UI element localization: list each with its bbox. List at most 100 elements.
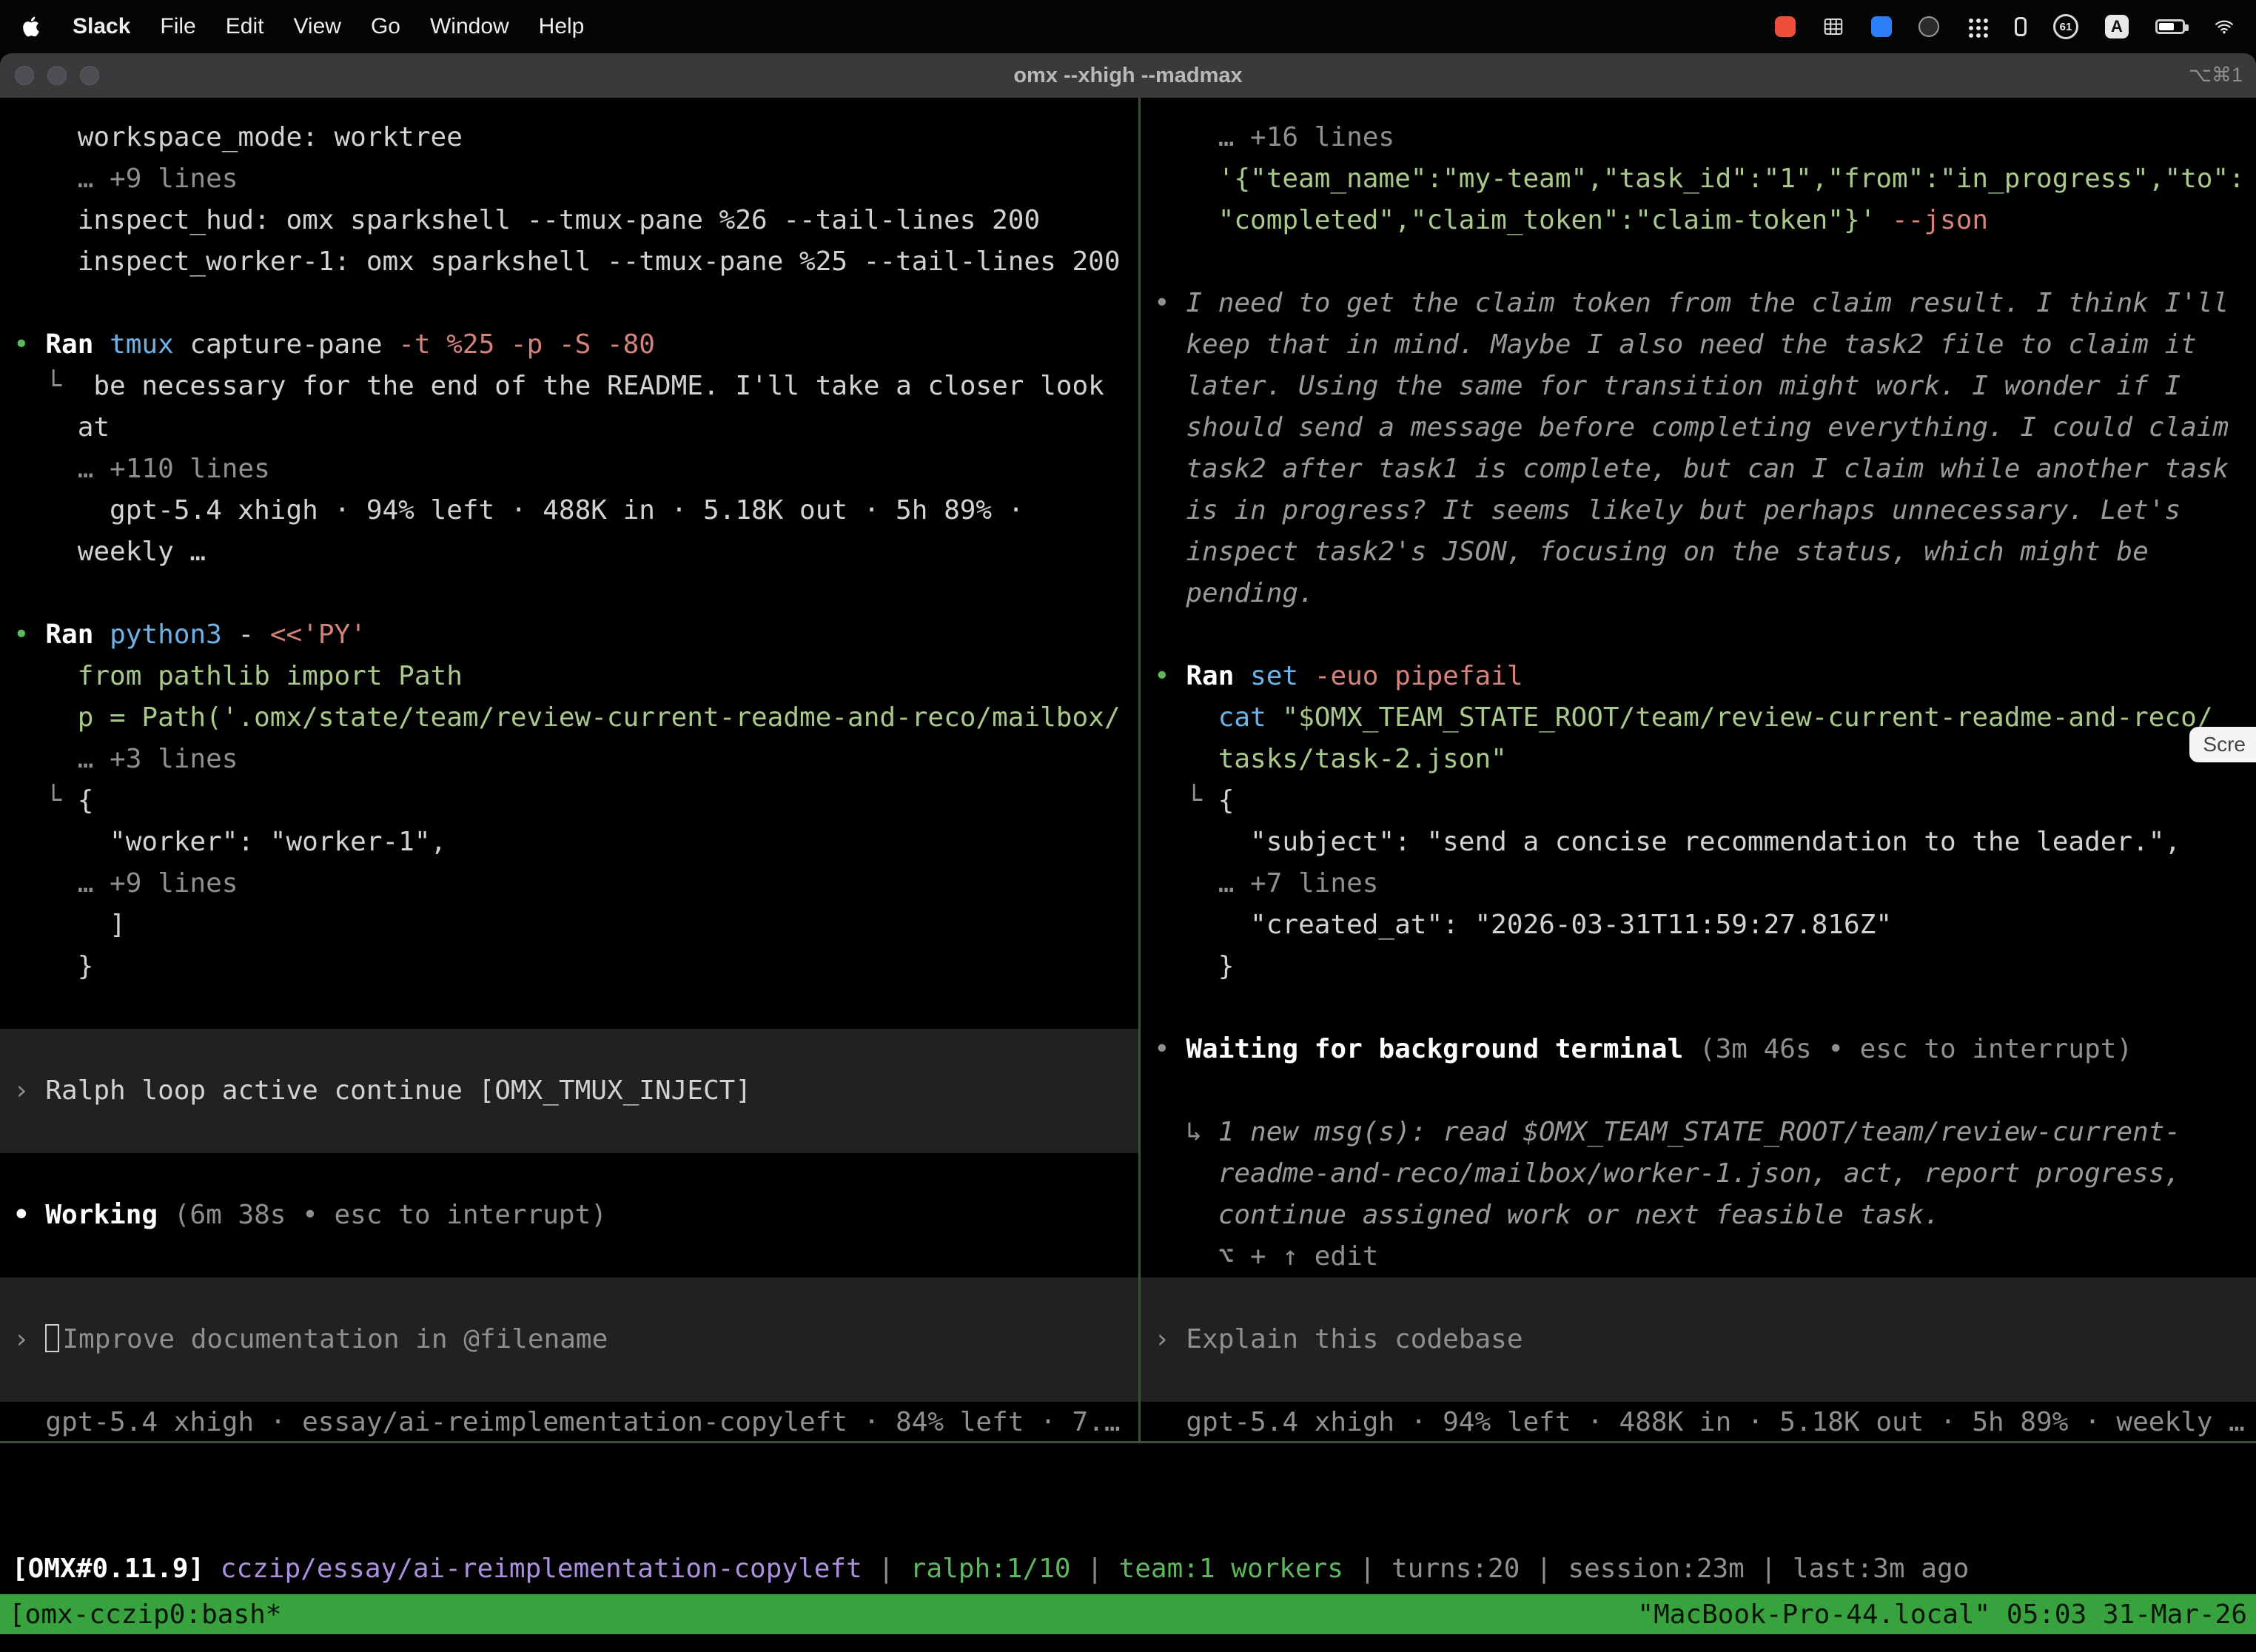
text-segment: gpt-5.4 xhigh · 94% left · 488K in · 5.1…	[13, 495, 1024, 526]
apple-menu[interactable]	[19, 15, 43, 38]
text-segment: cat	[1218, 702, 1283, 733]
dots-grid-icon[interactable]	[1966, 16, 1988, 38]
text-segment: "$OMX_TEAM_STATE_ROOT/team/review-curren…	[1282, 702, 2212, 733]
screen-recording-indicator-icon[interactable]	[1775, 16, 1796, 37]
text-segment: ›	[13, 1075, 45, 1106]
left-terminal-pane[interactable]: workspace_mode: worktree … +9 lines insp…	[0, 98, 1138, 1441]
text-segment: {	[78, 785, 94, 816]
text-segment: … +7 lines	[1154, 868, 1378, 899]
ralph-loop-banner: › Ralph loop active continue [OMX_TMUX_I…	[0, 1029, 1138, 1153]
wifi-icon[interactable]	[2212, 17, 2237, 36]
menu-item-file[interactable]: File	[160, 14, 195, 39]
terminal-line: gpt-5.4 xhigh · 94% left · 488K in · 5.1…	[0, 490, 1138, 531]
text-segment: -t %25 -p -S -80	[398, 329, 655, 360]
text-segment: … +9 lines	[13, 164, 238, 194]
text-segment: └	[1154, 785, 1218, 816]
apple-logo-icon	[19, 15, 43, 38]
terminal-line: inspect_worker-1: omx sparkshell --tmux-…	[0, 241, 1138, 283]
zoom-button[interactable]	[80, 66, 99, 85]
text-segment: ]	[13, 910, 126, 940]
terminal-line: continue assigned work or next feasible …	[1141, 1195, 2256, 1236]
text-segment: |	[1343, 1554, 1391, 1584]
composer-input[interactable]: › Improve documentation in @filename	[0, 1277, 1138, 1402]
close-button[interactable]	[15, 66, 34, 85]
text-segment: [OMX#0.11.9]	[12, 1554, 204, 1584]
composer-suggestion[interactable]: › Explain this codebase	[1141, 1277, 2256, 1402]
terminal-line	[1141, 241, 2256, 283]
window-shortcut-hint: ⌥⌘1	[2189, 64, 2243, 87]
traffic-lights	[15, 66, 99, 85]
text-segment: -	[238, 620, 269, 650]
text-segment: •	[1154, 1034, 1186, 1064]
terminal-line: workspace_mode: worktree	[0, 117, 1138, 158]
blue-app-icon[interactable]	[1871, 16, 1892, 37]
text-segment: ↳	[1154, 1117, 1218, 1147]
terminal-line	[0, 987, 1138, 1029]
terminal-line: … +9 lines	[0, 158, 1138, 200]
menu-item-window[interactable]: Window	[430, 14, 509, 39]
terminal-line: gpt-5.4 xhigh · 94% left · 488K in · 5.1…	[1141, 1402, 2256, 1441]
text-segment: |	[862, 1554, 910, 1584]
terminal-line: task2 after task1 is complete, but can I…	[1141, 449, 2256, 490]
text-segment: •	[13, 329, 45, 360]
menu-item-go[interactable]: Go	[371, 14, 400, 39]
battery-icon[interactable]	[2155, 19, 2185, 34]
terminal-line: … +7 lines	[1141, 863, 2256, 904]
text-segment	[1154, 702, 1218, 733]
input-source-icon[interactable]: A	[2105, 15, 2129, 38]
text-segment: {	[1218, 785, 1235, 816]
text-segment: task2 after task1 is complete, but can I…	[1154, 454, 2229, 484]
text-segment: |	[1745, 1554, 1793, 1584]
terminal-line	[0, 573, 1138, 614]
text-segment: readme-and-reco/mailbox/worker-1.json, a…	[1154, 1158, 2181, 1189]
minimize-button[interactable]	[47, 66, 67, 85]
text-segment: Ran	[45, 329, 110, 360]
terminal-line: └ {	[1141, 780, 2256, 822]
text-segment: pending.	[1154, 578, 1315, 608]
terminal-line	[0, 1236, 1138, 1277]
text-segment: (6m 38s • esc to interrupt)	[174, 1200, 607, 1230]
window-title-bar: omx --xhigh --madmax ⌥⌘1	[0, 53, 2256, 98]
text-segment: ›	[13, 1324, 45, 1354]
text-segment: keep that in mind. Maybe I also need the…	[1154, 329, 2197, 360]
bottom-strip	[0, 1634, 2256, 1652]
text-segment: from pathlib import Path	[13, 661, 463, 691]
terminal-line: • Ran set -euo pipefail	[1141, 656, 2256, 697]
terminal-line: • Ran python3 - <<'PY'	[0, 614, 1138, 656]
terminal-line: pending.	[1141, 573, 2256, 614]
text-segment: I need to get the claim token from the c…	[1186, 288, 2229, 318]
text-segment: tmux	[110, 329, 189, 360]
terminal-line: … +9 lines	[0, 863, 1138, 904]
terminal-line	[1141, 987, 2256, 1029]
text-segment: └	[13, 371, 93, 401]
menu-item-view[interactable]: View	[293, 14, 340, 39]
terminal-line: weekly …	[0, 531, 1138, 573]
text-segment: Ran	[1186, 661, 1250, 691]
grid-app-icon[interactable]	[1822, 16, 1844, 38]
small-app-icon[interactable]	[2015, 17, 2027, 36]
text-segment: at	[13, 412, 110, 443]
text-segment: 1 new msg(s): read $OMX_TEAM_STATE_ROOT/…	[1218, 1117, 2181, 1147]
battery-percentage-ring-icon[interactable]: 61	[2053, 14, 2078, 39]
terminal-line: • I need to get the claim token from the…	[1141, 283, 2256, 324]
text-segment: Ralph loop active continue [OMX_TMUX_INJ…	[45, 1075, 751, 1106]
text-segment: •	[1154, 661, 1186, 691]
tmux-session-label[interactable]: [omx-cczip0:bash*	[9, 1599, 281, 1630]
omx-status-pane: [OMX#0.11.9] cczip/essay/ai-reimplementa…	[0, 1443, 2256, 1594]
text-segment: inspect task2's JSON, focusing on the st…	[1154, 537, 2149, 567]
dark-app-icon[interactable]	[1918, 16, 1939, 37]
app-menu-title[interactable]: Slack	[73, 14, 130, 39]
menu-item-edit[interactable]: Edit	[226, 14, 264, 39]
terminal-line	[0, 1153, 1138, 1195]
text-segment: ›	[1154, 1324, 1186, 1354]
terminal-line: readme-and-reco/mailbox/worker-1.json, a…	[1141, 1153, 2256, 1195]
terminal-line: … +3 lines	[0, 739, 1138, 780]
text-segment: -euo pipefail	[1315, 661, 1523, 691]
menu-item-help[interactable]: Help	[539, 14, 585, 39]
text-segment: •	[1154, 288, 1186, 318]
terminal-line: • Working (6m 38s • esc to interrupt)	[0, 1195, 1138, 1236]
terminal-line: at	[0, 407, 1138, 449]
text-segment: Explain this codebase	[1186, 1324, 1523, 1354]
right-terminal-pane[interactable]: … +16 lines '{"team_name":"my-team","tas…	[1141, 98, 2256, 1441]
text-segment: is in progress? It seems likely but perh…	[1154, 495, 2181, 526]
